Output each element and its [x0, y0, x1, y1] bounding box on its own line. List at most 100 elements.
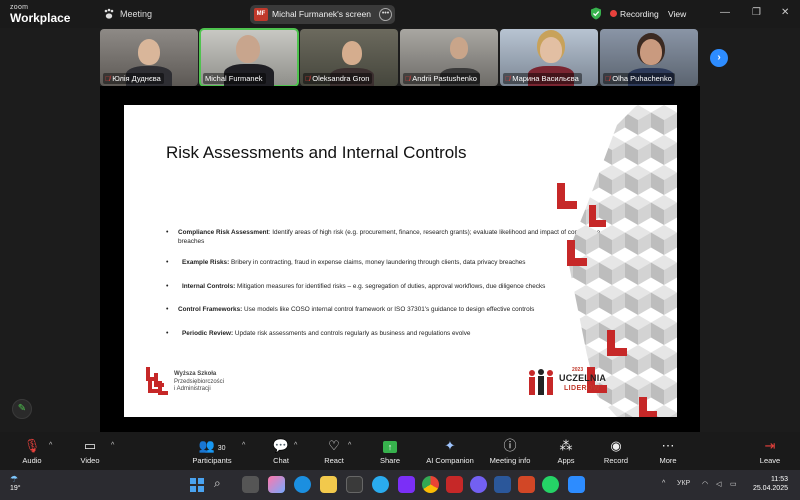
powerpoint-icon[interactable]: [518, 476, 535, 493]
participants-options-chevron-icon[interactable]: ^: [242, 442, 245, 449]
zoom-window: zoom Workplace Meeting MF Michal Furmane…: [0, 0, 800, 500]
share-options-button[interactable]: •••: [379, 8, 392, 21]
minimize-button[interactable]: —: [720, 7, 730, 18]
telegram-icon[interactable]: [372, 476, 389, 493]
copilot-icon[interactable]: [268, 476, 285, 493]
participant-face: [236, 35, 260, 63]
volume-icon[interactable]: ◁: [716, 480, 721, 488]
word-icon[interactable]: [494, 476, 511, 493]
video-tile[interactable]: 🎙̸ Oleksandra Gron: [300, 29, 398, 86]
whatsapp-icon[interactable]: [542, 476, 559, 493]
annotate-pen-icon[interactable]: ✎: [12, 399, 32, 419]
meeting-label[interactable]: Meeting: [120, 9, 152, 19]
slide-title: Risk Assessments and Internal Controls: [166, 143, 467, 162]
pdf-reader-icon[interactable]: [446, 476, 463, 493]
maximize-button[interactable]: ❐: [752, 7, 761, 18]
weather-widget[interactable]: ☂ 19°: [10, 474, 21, 492]
participant-name: 🎙̸ Марина Васильєва: [503, 73, 582, 84]
close-button[interactable]: ✕: [781, 7, 789, 18]
windows-taskbar: ☂ 19° ⌕ ^ УКР ◠ ◁ ▭ 11:53 25.04.2025: [0, 470, 800, 500]
info-icon: ⓘ: [503, 438, 517, 453]
chat-button[interactable]: 💬 Chat: [251, 438, 311, 465]
recording-label[interactable]: Recording: [620, 9, 659, 19]
record-button[interactable]: ◉ Record: [586, 438, 646, 465]
participant-name: 🎙̸ Oleksandra Gron: [303, 73, 373, 84]
muted-mic-icon: 🎙̸: [505, 76, 511, 83]
zoom-logo: zoom Workplace: [10, 4, 70, 24]
react-button[interactable]: ♡ React: [304, 438, 364, 465]
muted-mic-icon: 🎙̸: [105, 76, 111, 83]
logo-line2: Workplace: [10, 11, 71, 25]
viber-like-app-icon[interactable]: [398, 476, 415, 493]
video-tile[interactable]: 🎙̸ Юлія Дуднєва: [100, 29, 198, 86]
video-tile[interactable]: 🎙̸ Andrii Pastushenko: [400, 29, 498, 86]
participant-name: Michal Furmanek: [203, 73, 266, 84]
chrome-icon[interactable]: [422, 476, 439, 493]
file-explorer-icon[interactable]: [320, 476, 337, 493]
meeting-paw-icon[interactable]: [103, 8, 115, 20]
participant-gallery: 🎙̸ Юлія Дуднєва Michal Furmanek 🎙̸ Oleksan…: [100, 28, 700, 87]
participant-name: 🎙̸ Andrii Pastushenko: [403, 73, 480, 84]
award-title: UCZELNIA: [559, 373, 607, 383]
participants-icon: 👥 30: [198, 438, 226, 453]
participant-face: [450, 37, 468, 59]
wsepia-logo-icon: [146, 367, 168, 395]
meeting-info-button[interactable]: ⓘ Meeting info: [480, 438, 540, 465]
screen-share-indicator[interactable]: MF Michal Furmanek's screen •••: [250, 5, 395, 24]
award-badge: 2023 UCZELNIA LIDERÓW: [526, 367, 606, 399]
leave-door-icon: ⇥: [764, 438, 776, 453]
meeting-toolbar: 🎙 Audio ^ ▭ Video ^ 👥 30 Participants ^ 💬…: [0, 432, 800, 470]
ai-companion-button[interactable]: ✦ AI Companion: [420, 438, 480, 465]
heart-icon: ♡: [328, 438, 340, 453]
participant-name: 🎙̸ Olha Puhachenko: [603, 73, 675, 84]
participant-face: [342, 41, 362, 65]
title-bar: zoom Workplace Meeting MF Michal Furmane…: [0, 0, 800, 28]
award-subtitle: LIDERÓW: [564, 385, 600, 392]
tray-expand-chevron-icon[interactable]: ^: [662, 480, 665, 487]
video-tile-active-speaker[interactable]: Michal Furmanek: [199, 28, 299, 87]
task-view-icon[interactable]: [242, 476, 259, 493]
muted-mic-icon: 🎙̸: [405, 76, 411, 83]
participant-face: [138, 39, 160, 65]
sparkle-icon: ✦: [444, 438, 456, 453]
video-options-chevron-icon[interactable]: ^: [111, 442, 114, 449]
react-options-chevron-icon[interactable]: ^: [348, 442, 351, 449]
logo-line1: zoom: [10, 4, 29, 11]
chat-options-chevron-icon[interactable]: ^: [294, 442, 297, 449]
windows-start-icon[interactable]: [190, 478, 204, 492]
participant-face: [540, 37, 562, 63]
share-screen-icon: ↑: [360, 438, 420, 454]
participant-name: 🎙̸ Юлія Дуднєва: [103, 73, 164, 84]
participants-button[interactable]: 👥 30 Participants: [182, 438, 242, 465]
audio-button[interactable]: 🎙 Audio: [2, 438, 62, 465]
video-tile[interactable]: 🎙̸ Olha Puhachenko: [600, 29, 698, 86]
store-icon[interactable]: [346, 476, 363, 493]
video-tile[interactable]: 🎙̸ Марина Васильєва: [500, 29, 598, 86]
search-icon[interactable]: ⌕: [214, 476, 221, 491]
recording-dot-icon: [610, 10, 617, 17]
more-button[interactable]: ⋯ More: [638, 438, 698, 465]
participant-face: [640, 39, 662, 65]
weather-icon: ☂: [10, 474, 19, 484]
view-button[interactable]: View: [668, 9, 686, 19]
viber-icon[interactable]: [470, 476, 487, 493]
sharer-avatar: MF: [254, 8, 268, 21]
leave-button[interactable]: ⇥ Leave: [740, 438, 800, 465]
wifi-icon[interactable]: ◠: [702, 480, 708, 488]
chat-icon: 💬: [272, 438, 290, 453]
audio-options-chevron-icon[interactable]: ^: [49, 442, 52, 449]
language-indicator[interactable]: УКР: [677, 480, 690, 487]
muted-mic-icon: 🎙: [23, 438, 41, 453]
battery-icon[interactable]: ▭: [730, 480, 737, 488]
share-button[interactable]: ↑ Share: [360, 438, 420, 465]
zoom-taskbar-icon[interactable]: [568, 476, 585, 493]
school-name: Wyższa Szkoła Przedsiębiorczości i Admin…: [174, 371, 225, 392]
system-clock[interactable]: 11:53 25.04.2025: [742, 475, 788, 493]
record-icon: ◉: [610, 438, 622, 453]
encryption-shield-icon[interactable]: [590, 7, 602, 20]
screen-share-label: Michal Furmanek's screen: [272, 9, 371, 19]
muted-mic-icon: 🎙̸: [305, 76, 311, 83]
people-icon: [529, 369, 553, 395]
edge-browser-icon[interactable]: [294, 476, 311, 493]
gallery-next-icon[interactable]: ›: [710, 49, 728, 67]
